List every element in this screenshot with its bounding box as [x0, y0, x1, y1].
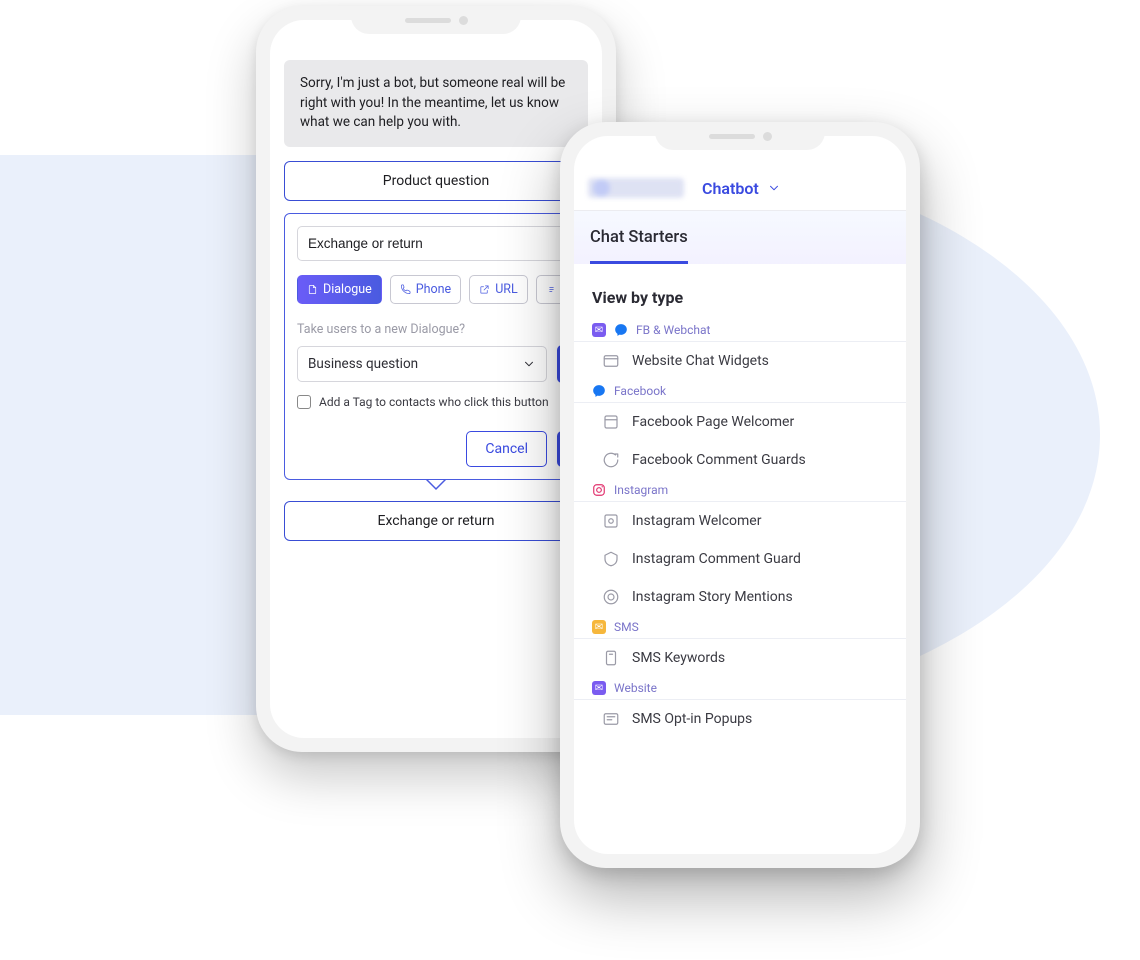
item-facebook-page-welcomer[interactable]: Facebook Page Welcomer [574, 403, 906, 441]
app-logo [588, 178, 684, 198]
checkbox-icon [297, 395, 311, 409]
item-instagram-story-mentions[interactable]: Instagram Story Mentions [574, 578, 906, 616]
webchat-icon: ✉ [592, 323, 606, 337]
phone-icon [400, 284, 411, 295]
page-icon [602, 413, 620, 431]
dialogue-select-label: Take users to a new Dialogue? [297, 322, 575, 337]
phone-notch [655, 122, 825, 150]
phone-mockup-chat-starters: Chatbot Chat Starters View by type ✉ FB … [560, 122, 920, 868]
welcomer-icon [602, 512, 620, 530]
dialogue-select-value: Business question [308, 356, 418, 372]
phone-notch [351, 6, 521, 34]
item-label: SMS Keywords [632, 650, 725, 666]
item-facebook-comment-guards[interactable]: Facebook Comment Guards [574, 441, 906, 479]
popup-icon [602, 710, 620, 728]
connector-arrow [284, 479, 588, 491]
bot-message: Sorry, I'm just a bot, but someone real … [284, 60, 588, 147]
handoff-icon [546, 284, 557, 295]
chip-url-label: URL [495, 282, 518, 297]
dialogue-select[interactable]: Business question [297, 346, 547, 382]
group-header-sms: ✉ SMS [574, 616, 906, 639]
group-label: FB & Webchat [636, 323, 710, 337]
group-header-instagram: Instagram [574, 479, 906, 502]
keyword-icon [602, 649, 620, 667]
button-label-input[interactable] [297, 226, 575, 261]
add-tag-label: Add a Tag to contacts who click this but… [319, 395, 549, 409]
file-icon [307, 284, 318, 295]
item-sms-keywords[interactable]: SMS Keywords [574, 639, 906, 677]
add-tag-checkbox[interactable]: Add a Tag to contacts who click this but… [297, 395, 575, 409]
item-instagram-comment-guard[interactable]: Instagram Comment Guard [574, 540, 906, 578]
item-instagram-welcomer[interactable]: Instagram Welcomer [574, 502, 906, 540]
button-editor-card: Dialogue Phone URL Ha Take use [284, 213, 588, 480]
tab-chat-starters[interactable]: Chat Starters [590, 228, 688, 264]
item-label: SMS Opt-in Popups [632, 711, 752, 727]
item-label: Instagram Story Mentions [632, 589, 793, 605]
item-label: Facebook Comment Guards [632, 452, 806, 468]
section-dropdown[interactable]: Chatbot [702, 179, 781, 198]
group-label: Website [614, 681, 657, 695]
comment-guard-icon [602, 451, 620, 469]
chip-phone-label: Phone [416, 282, 451, 297]
item-label: Instagram Comment Guard [632, 551, 801, 567]
comment-guard-icon [602, 550, 620, 568]
item-label: Instagram Welcomer [632, 513, 761, 529]
chip-phone[interactable]: Phone [390, 275, 461, 304]
action-type-chips: Dialogue Phone URL Ha [297, 275, 575, 304]
chip-dialogue-label: Dialogue [323, 282, 372, 297]
widget-icon [602, 352, 620, 370]
section-dropdown-label: Chatbot [702, 179, 759, 198]
item-website-chat-widgets[interactable]: Website Chat Widgets [574, 342, 906, 380]
cancel-button[interactable]: Cancel [466, 431, 547, 467]
instagram-icon [592, 483, 606, 497]
messenger-icon [614, 323, 628, 337]
external-link-icon [479, 284, 490, 295]
group-header-fbwebchat: ✉ FB & Webchat [574, 319, 906, 342]
option-exchange-return[interactable]: Exchange or return [284, 501, 588, 541]
group-header-facebook: Facebook [574, 380, 906, 403]
item-label: Facebook Page Welcomer [632, 414, 794, 430]
website-icon: ✉ [592, 681, 606, 695]
group-label: Instagram [614, 483, 668, 497]
item-sms-optin-popups[interactable]: SMS Opt-in Popups [574, 700, 906, 738]
chip-url[interactable]: URL [469, 275, 528, 304]
group-header-website: ✉ Website [574, 677, 906, 700]
group-label: SMS [614, 620, 639, 634]
view-by-type-heading: View by type [574, 264, 906, 319]
sms-icon: ✉ [592, 620, 606, 634]
item-label: Website Chat Widgets [632, 353, 769, 369]
tab-bar: Chat Starters [574, 211, 906, 264]
option-product-question[interactable]: Product question [284, 161, 588, 201]
group-label: Facebook [614, 384, 666, 398]
story-icon [602, 588, 620, 606]
chevron-down-icon [522, 357, 536, 371]
chip-dialogue[interactable]: Dialogue [297, 275, 382, 304]
chevron-down-icon [767, 181, 781, 195]
messenger-icon [592, 384, 606, 398]
